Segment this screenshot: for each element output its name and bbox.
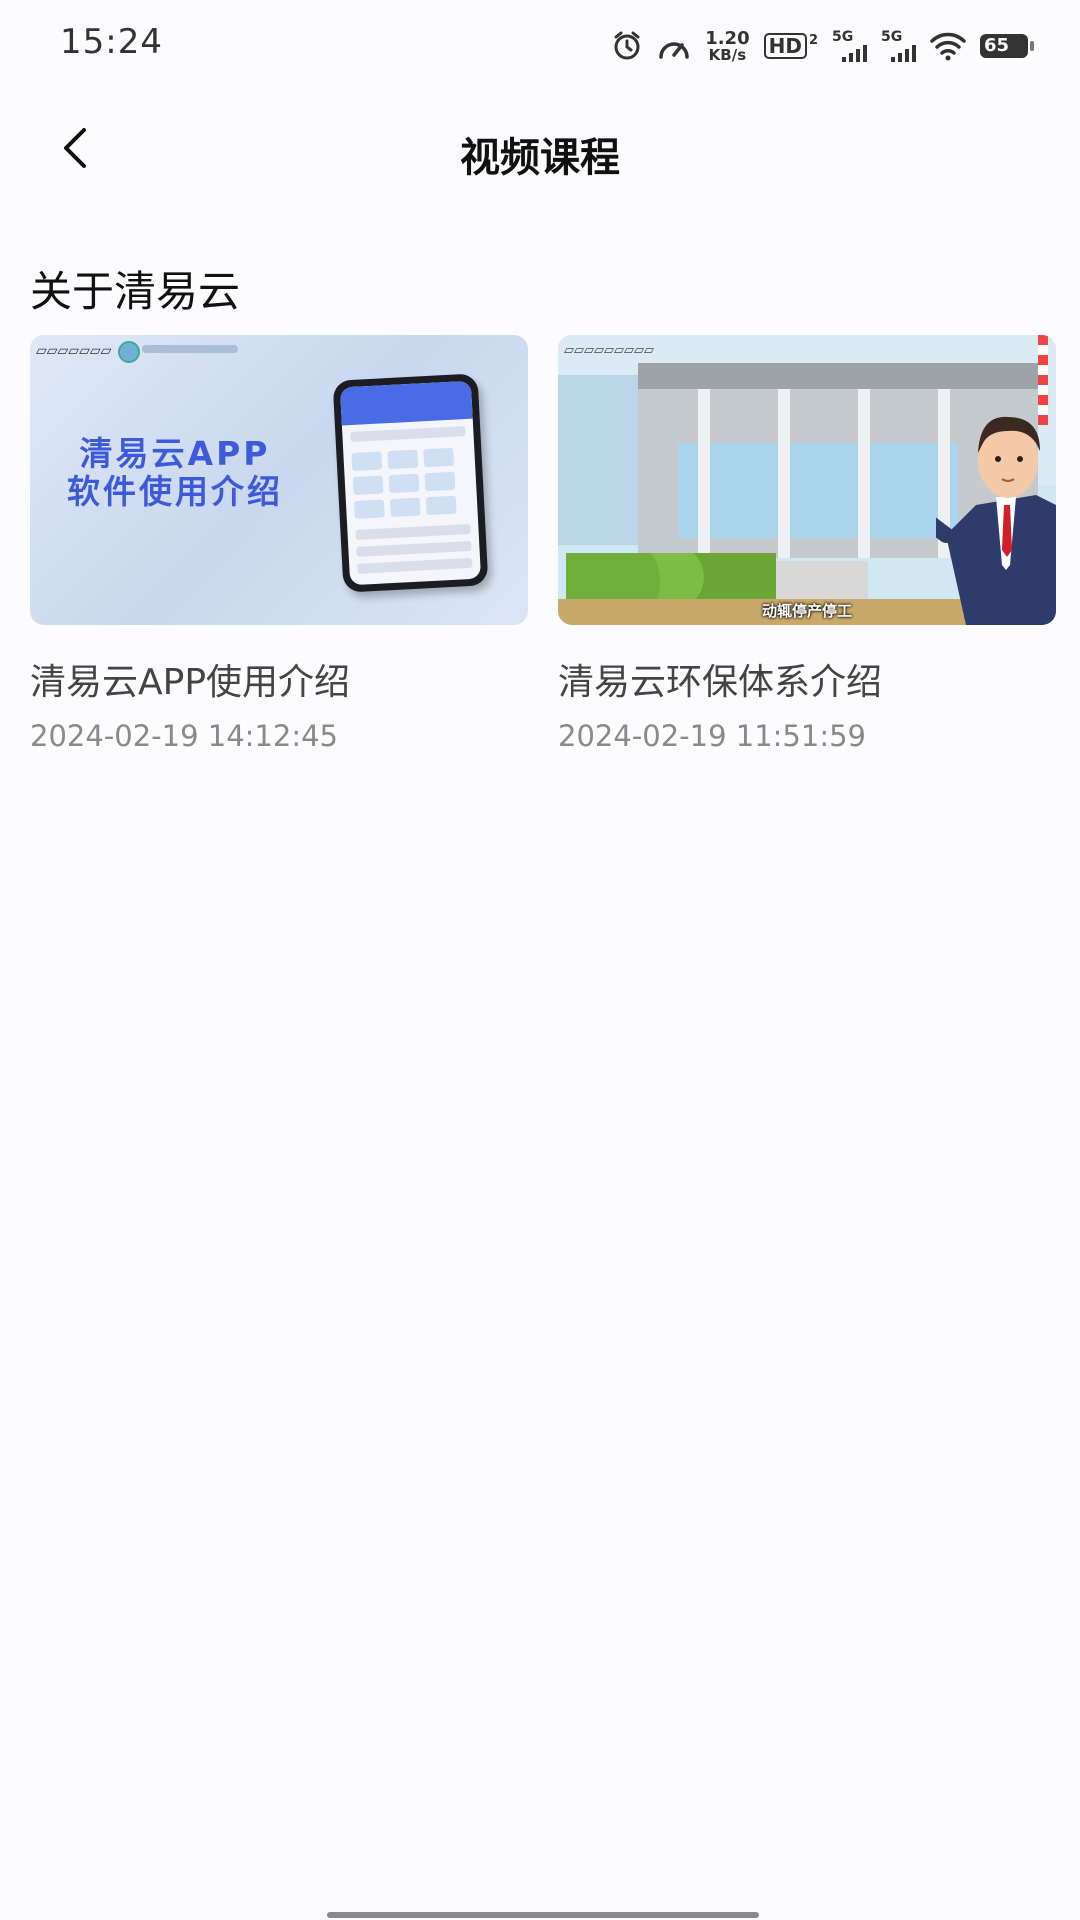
signal-2: 5G: [881, 30, 916, 62]
video-card[interactable]: ▱▱▱▱▱▱▱ 清易云APP 软件使用介绍 清易云APP使用介绍 2024-02…: [30, 335, 528, 753]
status-bar: 15:24 1.20 KB/s HD 2 5G 5G 65: [0, 0, 1080, 90]
cartoon-presenter-image: [936, 416, 1056, 625]
home-indicator[interactable]: [327, 1912, 759, 1918]
signal-1-label: 5G: [832, 29, 854, 45]
video-date: 2024-02-19 11:51:59: [558, 719, 866, 753]
video-card[interactable]: ▱▱▱▱▱▱▱▱▱ 动辄停产停工 清易云环保体系介绍 2024-02-19 11…: [558, 335, 1056, 753]
battery-level: 65: [980, 34, 1034, 58]
signal-1: 5G: [832, 30, 867, 62]
trees-image: [566, 553, 776, 601]
logo-image: [142, 345, 238, 353]
video-thumbnail[interactable]: ▱▱▱▱▱▱▱▱▱ 动辄停产停工: [558, 335, 1056, 625]
hd-sub: 2: [808, 33, 818, 48]
status-icons: 1.20 KB/s HD 2 5G 5G 65: [611, 26, 1034, 66]
page-title: 视频课程: [460, 135, 620, 181]
speedometer-icon: [657, 31, 691, 61]
video-thumbnail[interactable]: ▱▱▱▱▱▱▱ 清易云APP 软件使用介绍: [30, 335, 528, 625]
thumbnail-subtitle: 动辄停产停工: [761, 602, 852, 620]
hd-indicator: HD 2: [763, 33, 818, 59]
video-date: 2024-02-19 14:12:45: [30, 719, 338, 753]
alarm-icon: [611, 30, 643, 62]
network-speed-value: 1.20: [705, 27, 750, 49]
logo-icon: [118, 341, 140, 363]
logo-image: ▱▱▱▱▱▱▱▱▱: [564, 343, 654, 358]
thumbnail-caption: 清易云APP 软件使用介绍: [30, 435, 320, 511]
network-speed: 1.20 KB/s: [705, 27, 750, 64]
status-time: 15:24: [60, 22, 163, 62]
signal-2-label: 5G: [881, 29, 903, 45]
signal-bars-icon: [891, 44, 916, 62]
section-title: 关于清易云: [30, 267, 241, 316]
logo-image: ▱▱▱▱▱▱▱: [36, 343, 112, 359]
hd-label: HD: [763, 33, 807, 59]
video-title[interactable]: 清易云APP使用介绍: [30, 653, 528, 705]
network-speed-unit: KB/s: [708, 45, 747, 64]
thumbnail-caption-line1: 清易云APP: [79, 434, 271, 473]
phone-mockup-image: [332, 373, 489, 593]
signal-bars-icon: [842, 44, 867, 62]
wifi-icon: [930, 31, 966, 61]
thumbnail-caption-line2: 软件使用介绍: [67, 472, 283, 511]
battery-icon: 65: [980, 34, 1034, 58]
video-title[interactable]: 清易云环保体系介绍: [558, 653, 1056, 705]
